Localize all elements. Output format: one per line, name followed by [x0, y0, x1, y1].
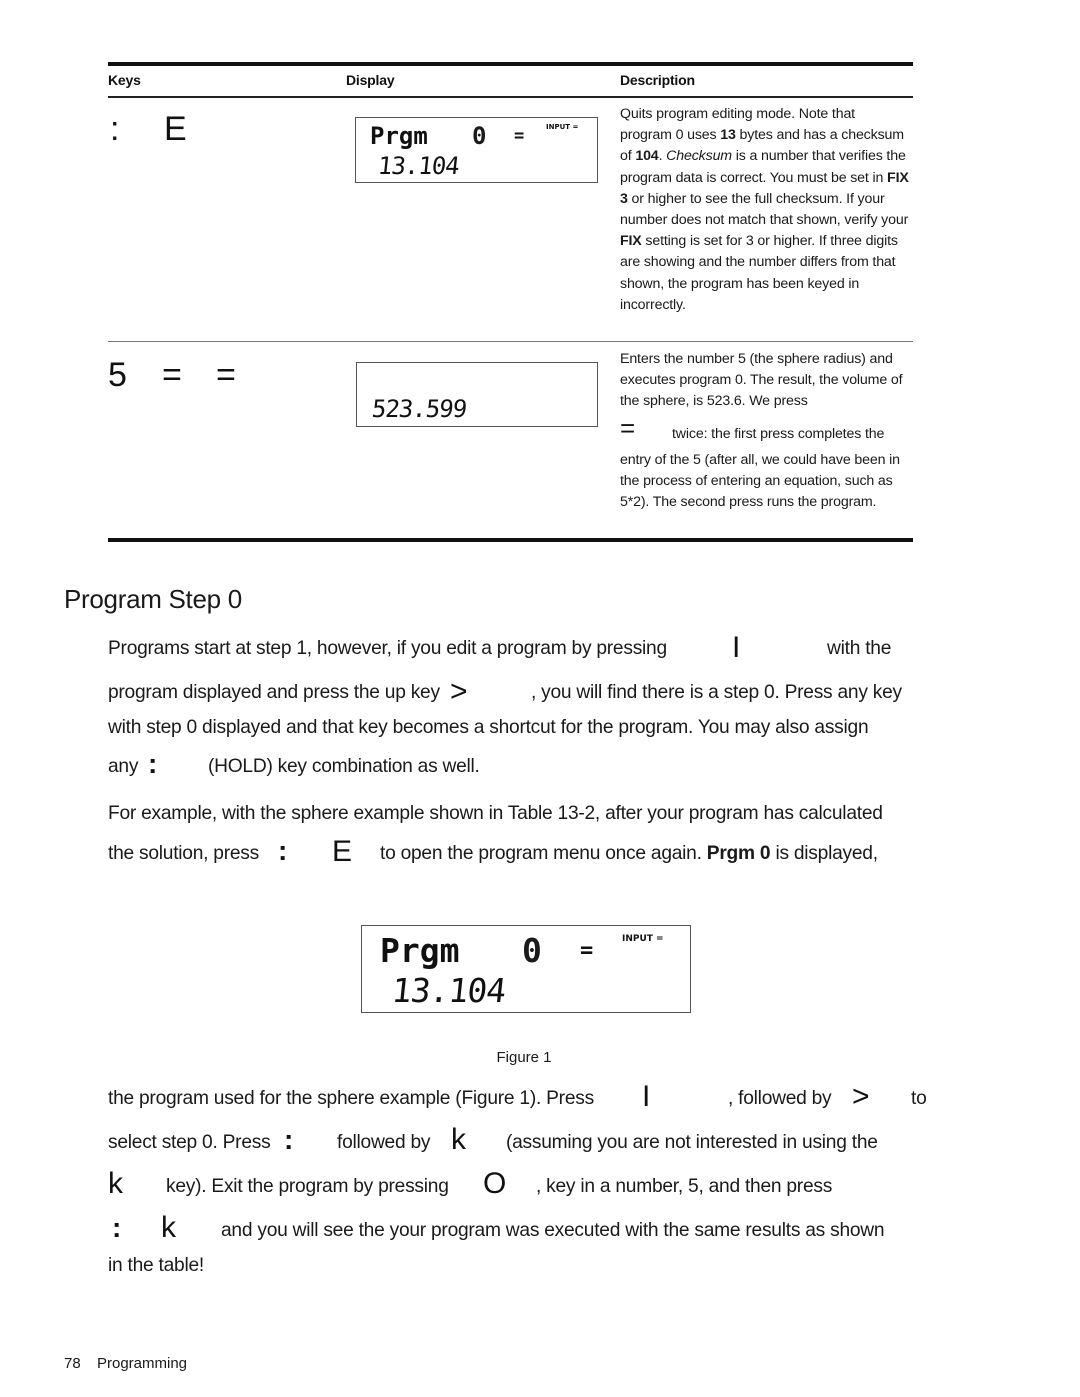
paragraph-1-line-2: program displayed and press the up key >… [108, 675, 902, 708]
table-header-keys: Keys [108, 72, 141, 88]
lcd-display-row-1: Prgm 0 = INPUT = 13.104 [355, 117, 598, 183]
lcd-input-annunciator: INPUT = [546, 123, 579, 131]
lcd-display-row-2: 523.599 [356, 362, 598, 427]
up-key-icon: > [450, 675, 468, 708]
shift-key-icon: : [278, 835, 288, 866]
table-bottom-rule [108, 538, 913, 542]
paragraph-3-line-5: in the table! [108, 1255, 204, 1276]
para-text: (assuming you are not interested in usin… [506, 1132, 878, 1153]
para-text: with the [827, 638, 892, 659]
para-text: the program used for the sphere example … [108, 1088, 594, 1109]
para-text: program displayed and press the up key [108, 682, 440, 703]
desc-text: twice: the first press completes the [672, 426, 885, 442]
exit-key-icon: O [483, 1167, 507, 1200]
edit-key-icon: I [642, 1080, 651, 1113]
table-header-description: Description [620, 72, 695, 88]
lcd-input-annunciator: INPUT = [622, 934, 664, 944]
para-text: (HOLD) key combination as well. [208, 756, 480, 777]
desc-checksum-term: Checksum [666, 148, 732, 165]
shift-key-icon: : [148, 748, 158, 779]
lcd-equals: = [514, 126, 525, 146]
desc-fix: FIX [620, 233, 642, 250]
desc-checksum: 104 [635, 148, 659, 165]
para-text: and you will see the your program was ex… [221, 1220, 885, 1241]
para-text: , key in a number, 5, and then press [536, 1176, 833, 1197]
paragraph-1-line-1: Programs start at step 1, however, if yo… [108, 631, 891, 664]
para-text: key). Exit the program by pressing [166, 1176, 449, 1197]
table-row-1-description: Quits program editing mode. Note that pr… [620, 104, 910, 316]
desc-text: or higher to see the full checksum. If y… [620, 190, 909, 229]
table-row-2-description-part3: entry of the 5 (after all, we could have… [620, 452, 900, 511]
lcd-line1-text: Prgm [370, 122, 428, 150]
lcd-program-number: 0 [522, 931, 542, 970]
up-key-icon: > [852, 1080, 870, 1113]
para-text: any [108, 756, 139, 777]
para-text: followed by [337, 1132, 431, 1153]
equals-key-icon: = [216, 356, 236, 394]
lcd-equals: = [580, 938, 594, 963]
para-text: , you will find there is a step 0. Press… [531, 682, 902, 703]
paragraph-2-line-2: the solution, press : E to open the prog… [108, 835, 878, 868]
footer-section-name: Programming [97, 1355, 188, 1372]
table-row-divider [108, 341, 913, 342]
figure-1-lcd-display: Prgm 0 = INPUT = 13.104 [361, 925, 691, 1013]
k-key-icon: k [451, 1123, 466, 1156]
paragraph-2-line-1: For example, with the sphere example sho… [108, 803, 883, 824]
lcd-line2-value: 13.104 [376, 152, 461, 180]
table-header-rule [108, 96, 913, 98]
paragraph-1-line-3: with step 0 displayed and that key becom… [108, 717, 869, 738]
para-text: to open the program menu once again. [380, 843, 702, 864]
para-text: is displayed, [775, 843, 878, 864]
table-top-rule [108, 62, 913, 66]
k-key-icon: k [108, 1167, 123, 1200]
digit-5-key-icon: 5 [108, 356, 127, 394]
prgm-key-icon: E [332, 835, 352, 868]
equals-key-icon: = [620, 413, 636, 443]
k-key-icon: k [161, 1211, 176, 1244]
table-header-display: Display [346, 72, 395, 88]
paragraph-3-line-1: the program used for the sphere example … [108, 1080, 927, 1113]
lcd-line2-value: 13.104 [389, 971, 508, 1010]
figure-caption: Figure 1 [496, 1049, 552, 1066]
para-text: the solution, press [108, 843, 259, 864]
para-text-run: to open the program menu once again. Prg… [380, 843, 878, 865]
table-row-2-description-part1: Enters the number 5 (the sphere radius) … [620, 351, 903, 410]
paragraph-1-line-4: any : (HOLD) key combination as well. [108, 748, 480, 779]
para-text: to [911, 1088, 927, 1109]
edit-key-icon: I [732, 631, 741, 664]
para-text: , followed by [728, 1088, 832, 1109]
shift-key-icon: : [112, 1212, 122, 1243]
page-number: 78 [64, 1355, 81, 1372]
lcd-line1-text: Prgm [380, 931, 460, 970]
equals-key-icon: = [162, 356, 182, 394]
paragraph-3-line-2: select step 0. Press : followed by k (as… [108, 1123, 878, 1156]
shift-key-icon: : [284, 1124, 294, 1155]
para-text: select step 0. Press [108, 1132, 271, 1153]
lcd-program-number: 0 [472, 122, 487, 150]
desc-text: setting is set for 3 or higher. If three… [620, 233, 898, 313]
desc-bytes: 13 [720, 127, 736, 144]
prgm-0-bold: Prgm 0 [706, 843, 771, 864]
shift-key-icon: : [110, 110, 120, 148]
para-text: Programs start at step 1, however, if yo… [108, 638, 667, 659]
section-heading: Program Step 0 [64, 584, 242, 614]
lcd-line2-value: 523.599 [370, 395, 468, 423]
prgm-key-icon: E [164, 110, 187, 148]
